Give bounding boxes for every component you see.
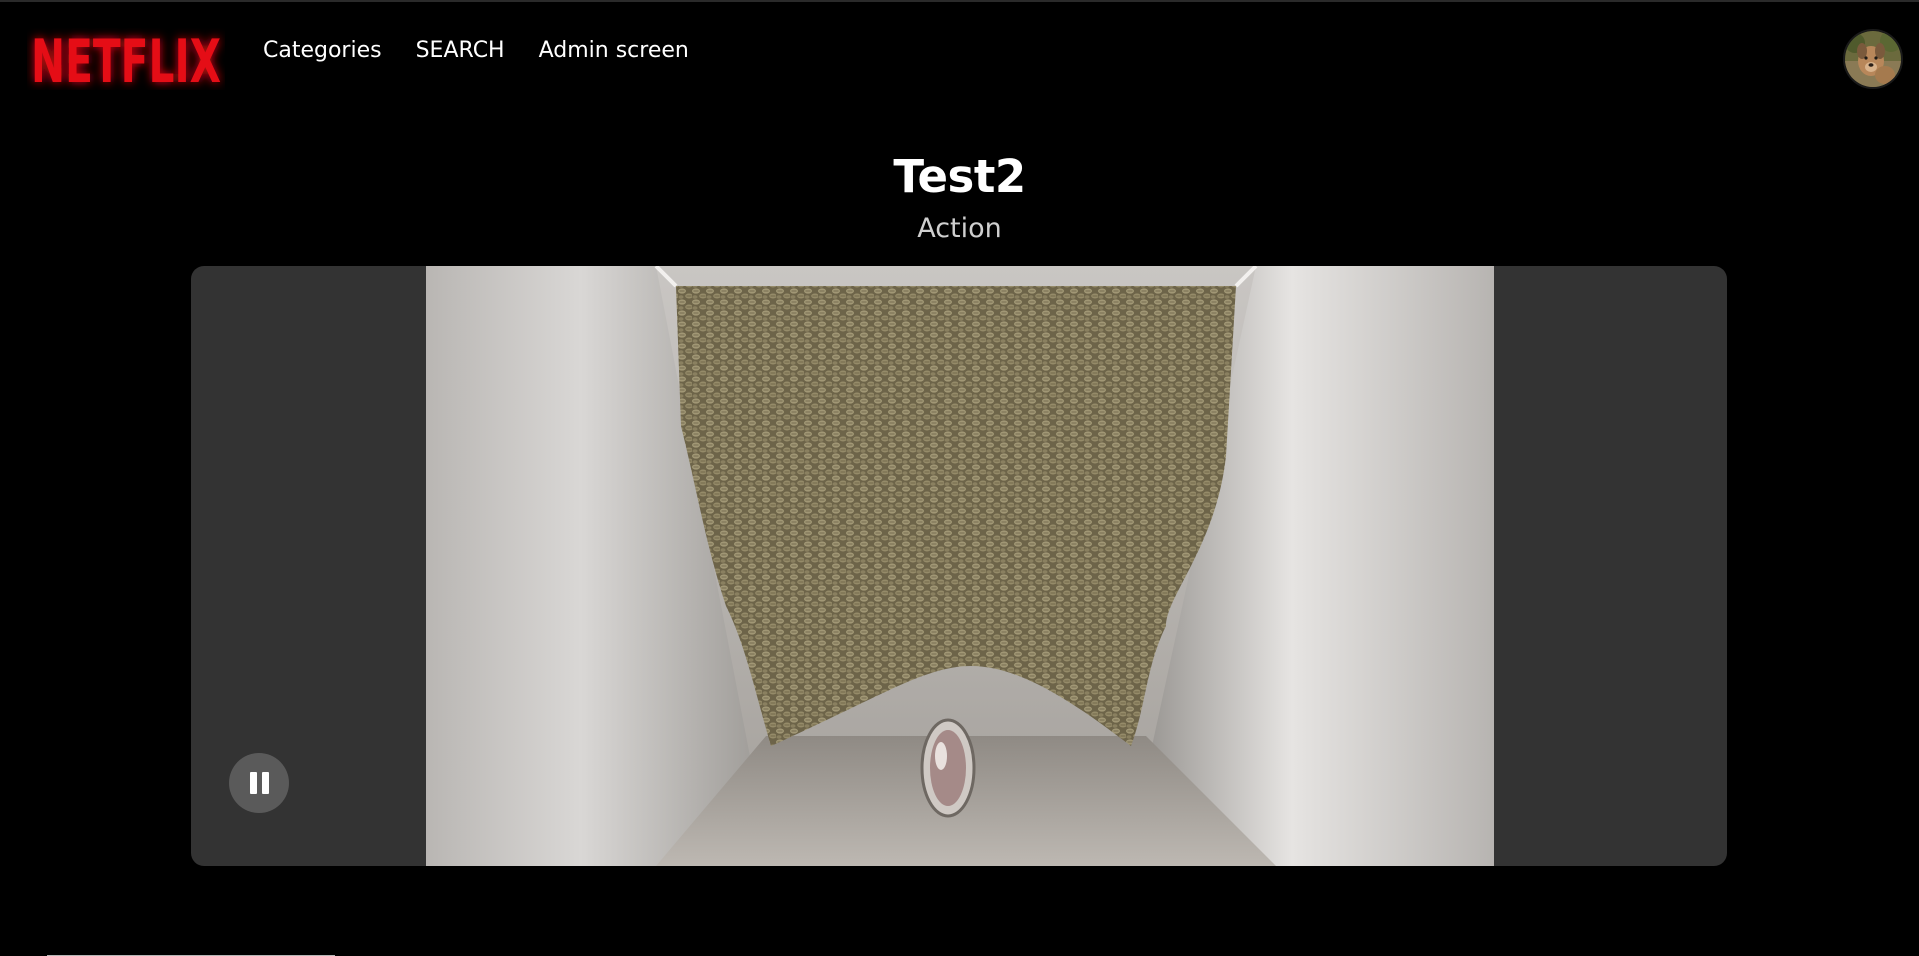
nav-link-search[interactable]: SEARCH: [416, 38, 505, 63]
pause-button[interactable]: [229, 753, 289, 813]
main-nav: Categories SEARCH Admin screen: [263, 38, 689, 63]
nav-link-admin-screen[interactable]: Admin screen: [539, 38, 689, 63]
logo-text: NETFLIX: [31, 28, 221, 90]
video-frame[interactable]: [426, 266, 1494, 866]
netflix-logo[interactable]: NETFLIX: [27, 28, 225, 90]
user-avatar[interactable]: [1843, 29, 1903, 89]
top-nav-bar: NETFLIX Categories SEARCH Admin screen: [0, 2, 1919, 102]
pause-icon: [247, 772, 271, 794]
nav-link-categories[interactable]: Categories: [263, 38, 382, 63]
video-player[interactable]: [191, 266, 1727, 866]
page: NETFLIX Categories SEARCH Admin screen T…: [0, 0, 1919, 956]
movie-title: Test2: [893, 150, 1026, 203]
movie-genre: Action: [917, 213, 1002, 244]
